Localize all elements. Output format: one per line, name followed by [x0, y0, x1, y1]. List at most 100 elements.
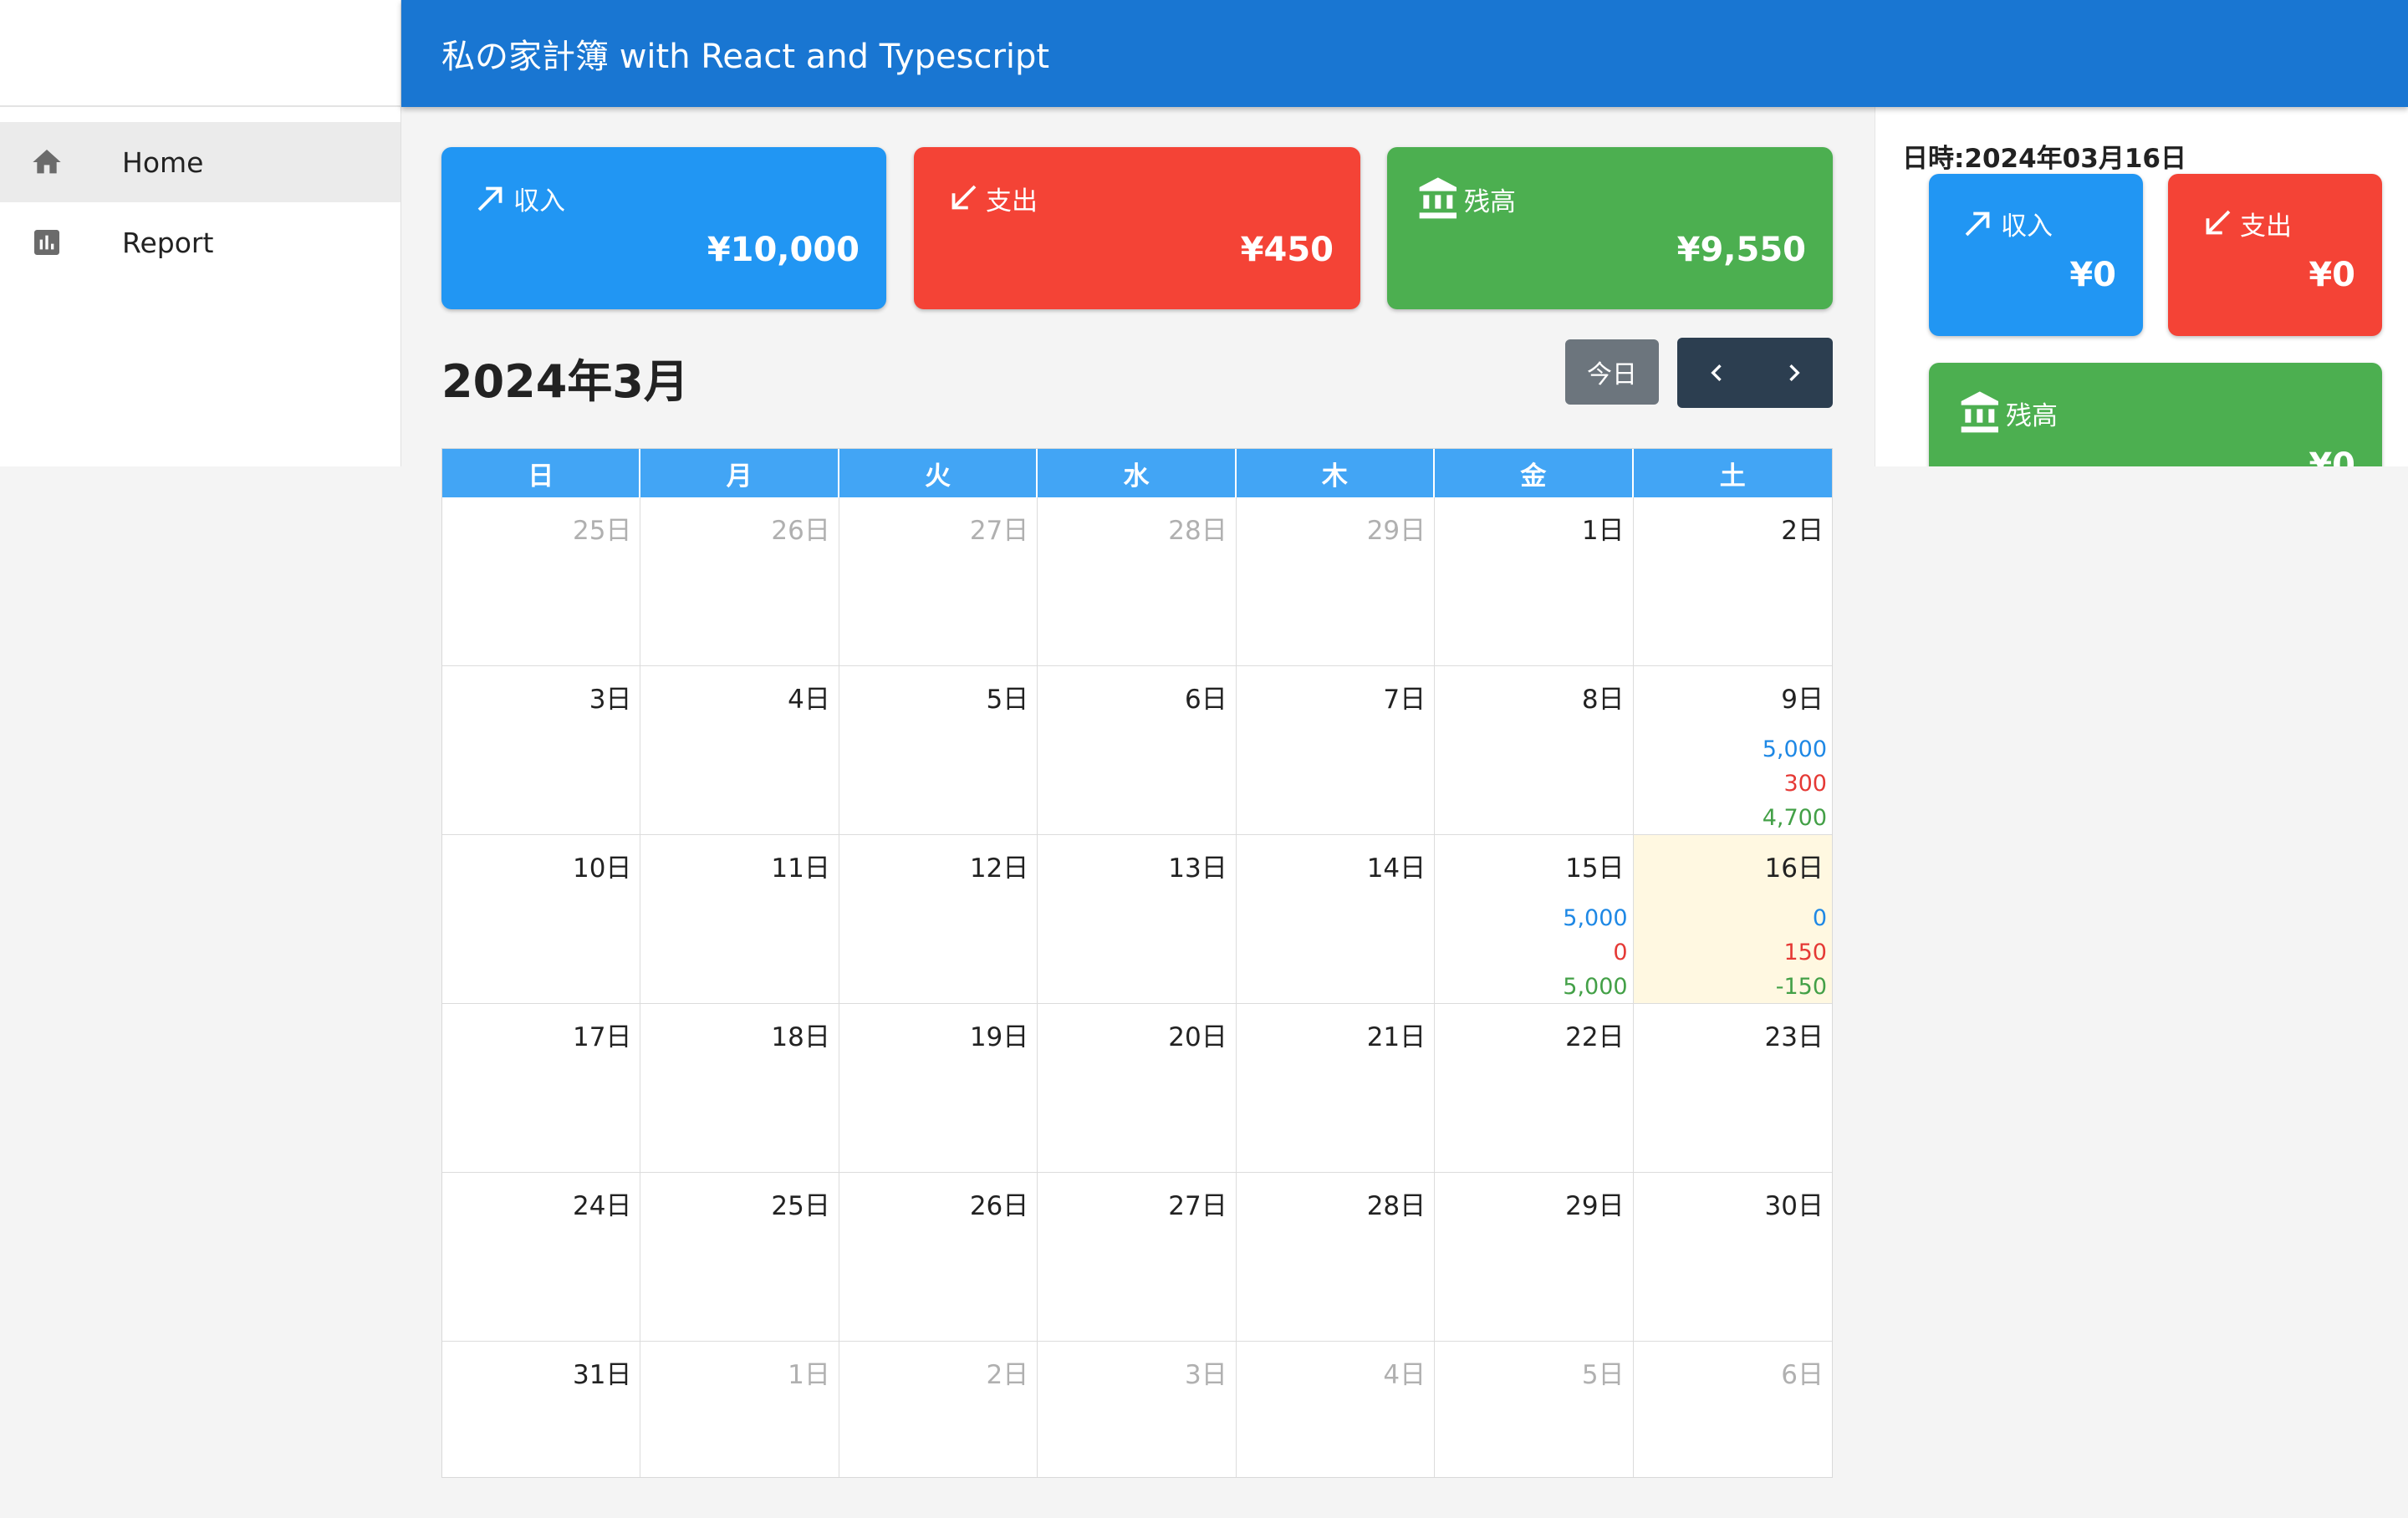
day-income-amount: 0	[1812, 905, 1827, 931]
calendar-day-cell[interactable]: 1日	[640, 1342, 839, 1477]
daily-expense-amount: ¥0	[2309, 256, 2355, 294]
day-number: 6日	[1184, 685, 1227, 715]
calendar-day-cell[interactable]: 1日	[1435, 497, 1634, 666]
calendar-day-cell[interactable]: 19日	[839, 1004, 1038, 1173]
calendar-day-cell[interactable]: 4日	[640, 666, 839, 835]
day-number: 28日	[1168, 516, 1227, 546]
calendar-day-cell[interactable]: 27日	[1038, 1173, 1237, 1342]
calendar-day-cell[interactable]: 25日	[640, 1173, 839, 1342]
calendar-day-cell[interactable]: 23日	[1633, 1004, 1832, 1173]
calendar-day-cell[interactable]: 10日	[442, 835, 641, 1004]
day-expense-amount: 0	[1613, 940, 1628, 965]
calendar-day-cell[interactable]: 17日	[442, 1004, 641, 1173]
calendar-day-cell[interactable]: 25日	[442, 497, 641, 666]
calendar-day-cell[interactable]: 24日	[442, 1173, 641, 1342]
day-number: 2日	[1781, 516, 1824, 546]
day-number: 19日	[969, 1022, 1029, 1052]
calendar-day-cell[interactable]: 3日	[442, 666, 641, 835]
sidebar-toolbar-spacer	[0, 0, 400, 107]
expense-summary-label: 支出	[986, 186, 1038, 216]
day-number: 30日	[1764, 1191, 1824, 1221]
day-number: 7日	[1383, 685, 1426, 715]
day-number: 27日	[1168, 1191, 1227, 1221]
day-number: 28日	[1366, 1191, 1426, 1221]
today-button[interactable]: 今日	[1565, 339, 1659, 405]
calendar-day-cell[interactable]: 31日	[442, 1342, 641, 1477]
calendar-day-cell[interactable]: 30日	[1633, 1173, 1832, 1342]
calendar-day-cell[interactable]: 13日	[1038, 835, 1237, 1004]
weekday-header-cell: 日	[442, 449, 641, 497]
calendar-day-cell[interactable]: 20日	[1038, 1004, 1237, 1173]
calendar-day-cell[interactable]: 2日	[839, 1342, 1038, 1477]
day-number: 1日	[1581, 516, 1625, 546]
app-root: Home Report 私の家計簿 with React and Typescr…	[0, 0, 2408, 1518]
day-number: 16日	[1764, 853, 1824, 884]
day-balance-amount: 5,000	[1563, 974, 1628, 1000]
income-summary-label: 収入	[513, 186, 565, 216]
day-number: 13日	[1168, 853, 1227, 884]
weekday-header-cell: 月	[640, 449, 839, 497]
calendar-day-cell[interactable]: 12日	[839, 835, 1038, 1004]
sidebar-item-home[interactable]: Home	[0, 122, 400, 202]
income-summary-card: 収入 ¥10,000	[441, 147, 886, 309]
day-number: 15日	[1565, 853, 1625, 884]
day-number: 25日	[572, 516, 632, 546]
day-number: 6日	[1781, 1360, 1824, 1390]
expense-summary-card: 支出 ¥450	[914, 147, 1360, 309]
month-navigation	[1677, 338, 1833, 408]
calendar-day-cell[interactable]: 18日	[640, 1004, 839, 1173]
day-number: 20日	[1168, 1022, 1227, 1052]
arrow-up-right-icon	[477, 186, 503, 211]
sidebar-item-report[interactable]: Report	[0, 202, 400, 283]
calendar-day-cell[interactable]: 6日	[1038, 666, 1237, 835]
day-number: 29日	[1366, 516, 1426, 546]
calendar-day-cell[interactable]: 5日	[1435, 1342, 1634, 1477]
daily-income-label: 収入	[2001, 211, 2053, 242]
day-number: 12日	[969, 853, 1029, 884]
calendar-day-cell[interactable]: 4日	[1237, 1342, 1436, 1477]
calendar-day-cell[interactable]: 21日	[1236, 1004, 1436, 1173]
day-number: 4日	[1383, 1360, 1426, 1390]
day-number: 25日	[771, 1191, 830, 1221]
report-icon	[30, 226, 64, 259]
calendar-day-cell[interactable]: 2日	[1633, 497, 1832, 666]
calendar-day-cell[interactable]: 16日 0 150 -150	[1633, 835, 1832, 1004]
day-number: 31日	[572, 1360, 632, 1390]
day-number: 8日	[1581, 685, 1625, 715]
day-number: 23日	[1764, 1022, 1824, 1052]
calendar-day-cell[interactable]: 8日	[1435, 666, 1634, 835]
calendar-day-cell[interactable]: 15日 5,000 0 5,000	[1435, 835, 1634, 1004]
calendar-day-cell[interactable]: 9日 5,000 300 4,700	[1633, 666, 1832, 835]
calendar-day-cell[interactable]: 3日	[1038, 1342, 1237, 1477]
calendar-day-cell[interactable]: 7日	[1236, 666, 1436, 835]
day-number: 29日	[1565, 1191, 1625, 1221]
day-number: 27日	[969, 516, 1029, 546]
day-number: 1日	[788, 1360, 830, 1390]
day-income-amount: 5,000	[1563, 905, 1628, 931]
calendar-day-cell[interactable]: 29日	[1236, 497, 1436, 666]
daily-income-card: 収入 ¥0	[1929, 174, 2143, 336]
calendar-day-cell[interactable]: 26日	[640, 497, 839, 666]
calendar-day-cell[interactable]: 6日	[1634, 1342, 1832, 1477]
calendar-day-cell[interactable]: 26日	[839, 1173, 1038, 1342]
day-number: 5日	[986, 685, 1029, 715]
prev-month-button[interactable]	[1677, 338, 1755, 408]
weekday-header-cell: 木	[1237, 449, 1436, 497]
calendar-day-cell[interactable]: 28日	[1038, 497, 1237, 666]
calendar-weekday-header: 日月火水木金 土	[442, 449, 1832, 497]
day-number: 14日	[1366, 853, 1426, 884]
next-month-button[interactable]	[1755, 338, 1833, 408]
balance-summary-label: 残高	[1464, 186, 1516, 217]
calendar-day-cell[interactable]: 28日	[1236, 1173, 1436, 1342]
calendar-day-cell[interactable]: 11日	[640, 835, 839, 1004]
sidebar-nav: Home Report	[0, 107, 400, 283]
sidebar-item-label: Home	[122, 145, 204, 179]
day-number: 3日	[589, 685, 632, 715]
calendar-day-cell[interactable]: 27日	[839, 497, 1038, 666]
calendar-day-cell[interactable]: 22日	[1435, 1004, 1634, 1173]
weekday-header-cell: 火	[839, 449, 1038, 497]
calendar-day-cell[interactable]: 14日	[1236, 835, 1436, 1004]
calendar-day-cell[interactable]: 5日	[839, 666, 1038, 835]
calendar-day-cell[interactable]: 29日	[1435, 1173, 1634, 1342]
app-bar: 私の家計簿 with React and Typescript	[401, 0, 2408, 107]
